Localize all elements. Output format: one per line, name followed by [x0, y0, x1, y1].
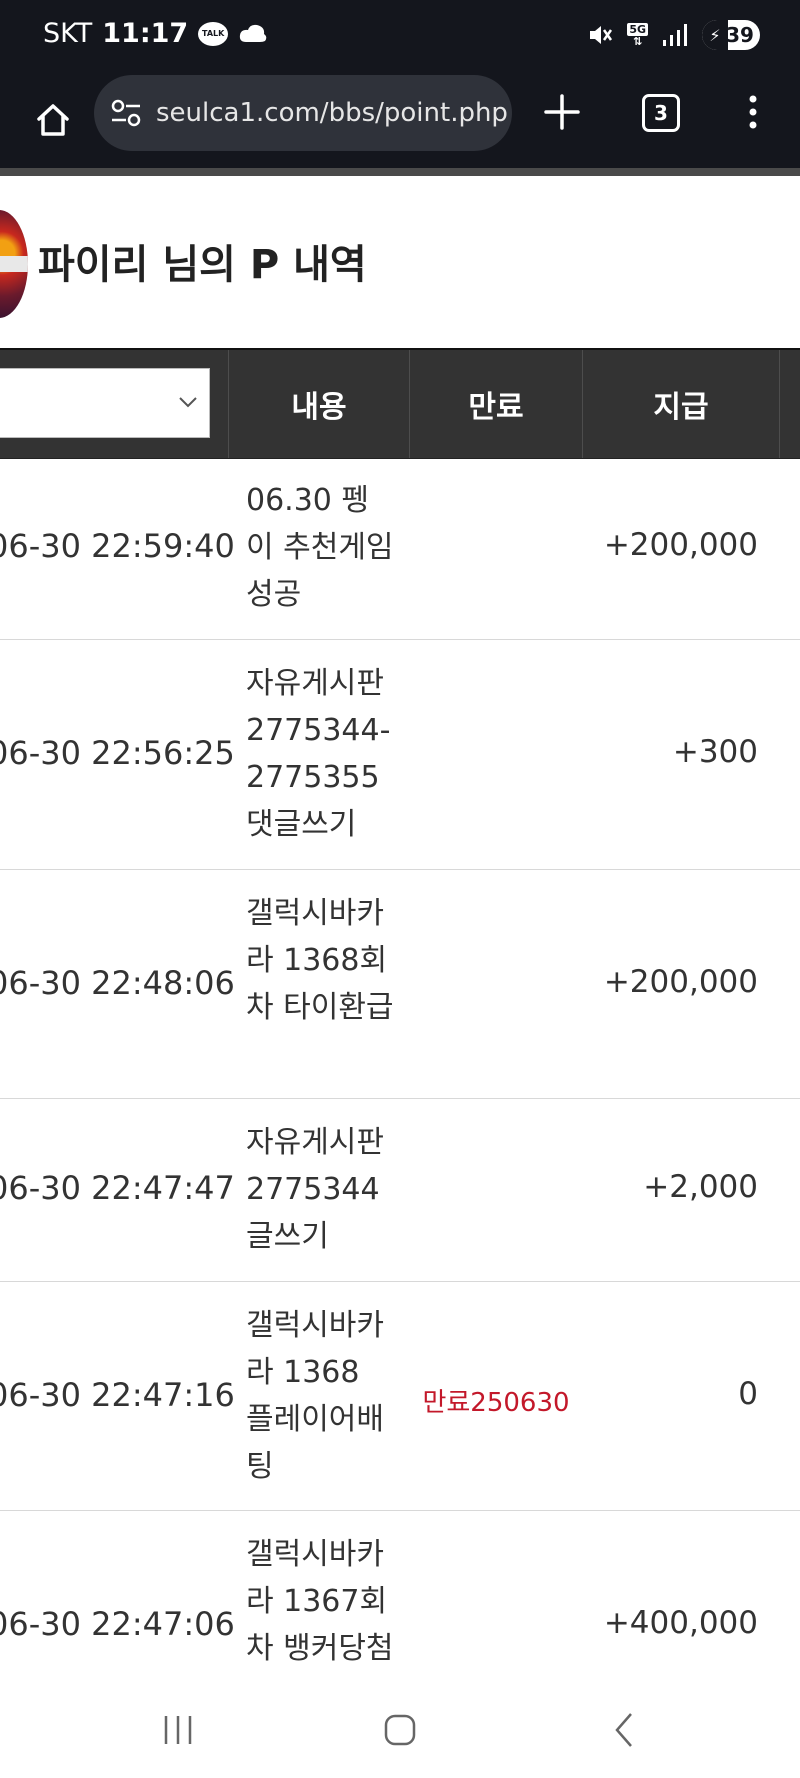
row-expire: 만료250630 — [422, 1388, 570, 1418]
row-date: 06-30 22:47:16 — [0, 1376, 235, 1414]
row-content: 자유게시판 2775344-2775355 댓글쓰기 — [246, 666, 391, 842]
header-paid: 지급 — [653, 390, 709, 425]
page-title: 파이리 님의 P 내역 — [38, 242, 367, 288]
row-date: 06-30 22:56:25 — [0, 734, 235, 772]
site-settings-icon[interactable] — [108, 95, 144, 131]
table-header: 내용 만료 지급 — [0, 348, 800, 459]
row-amount: +200,000 — [603, 964, 758, 1000]
row-content: 자유게시판 2775344 글쓰기 — [246, 1125, 384, 1254]
header-expire: 만료 — [468, 390, 524, 425]
chevron-down-icon — [179, 397, 197, 408]
row-content: 갤럭시바카라 1368 플레이어배팅 — [246, 1308, 384, 1484]
network-5g-icon: 5G ⇅ — [627, 23, 648, 47]
address-bar[interactable]: seulca1.com/bbs/point.php — [94, 75, 512, 151]
row-date: 06-30 22:47:06 — [0, 1605, 235, 1643]
home-icon — [37, 104, 69, 136]
signal-icon — [663, 24, 687, 46]
charging-icon: ⚡ — [702, 20, 728, 50]
clock: 11:17 — [102, 18, 189, 49]
header-content: 내용 — [291, 390, 347, 425]
home-nav-button[interactable] — [380, 1710, 420, 1750]
row-date: 06-30 22:48:06 — [0, 964, 235, 1002]
table-row: 06-30 22:59:40 06.30 펭이 추천게임 성공 +200,000 — [0, 457, 800, 640]
home-button[interactable] — [27, 94, 79, 146]
back-button[interactable] — [605, 1710, 645, 1750]
tab-switcher-button[interactable]: 3 — [642, 94, 680, 132]
url-text: seulca1.com/bbs/point.php — [156, 98, 508, 128]
row-content: 갤럭시바카라 1368회차 타이환급 — [246, 896, 394, 1025]
browser-toolbar: seulca1.com/bbs/point.php 3 — [0, 72, 800, 168]
filter-select[interactable] — [0, 368, 210, 438]
toolbar-divider — [0, 168, 800, 176]
status-bar: SKT 11:17 TALK 5G ⇅ ⚡ 39 — [0, 0, 800, 72]
battery-level: 39 — [726, 23, 754, 47]
cloud-icon — [240, 24, 267, 42]
table-row: 06-30 22:48:06 갤럭시바카라 1368회차 타이환급 +200,0… — [0, 870, 800, 1099]
mute-icon — [590, 26, 613, 44]
row-content: 갤럭시바카라 1367회차 뱅커당첨 — [246, 1537, 394, 1666]
kakaotalk-icon: TALK — [198, 21, 229, 46]
row-amount: +300 — [672, 734, 758, 770]
row-amount: +200,000 — [603, 527, 758, 563]
data-arrows-icon: ⇅ — [633, 35, 643, 48]
tab-count: 3 — [654, 101, 668, 125]
battery-indicator: ⚡ 39 — [702, 20, 760, 50]
new-tab-button[interactable] — [540, 90, 584, 134]
table-row: 06-30 22:56:25 자유게시판 2775344-2775355 댓글쓰… — [0, 640, 800, 870]
carrier-label: SKT — [43, 18, 93, 49]
recent-apps-button[interactable] — [158, 1710, 198, 1750]
avatar — [0, 210, 28, 318]
table-row: 06-30 22:47:47 자유게시판 2775344 글쓰기 +2,000 — [0, 1099, 800, 1282]
row-date: 06-30 22:59:40 — [0, 527, 235, 565]
table-row: 06-30 22:47:16 갤럭시바카라 1368 플레이어배팅 만료2506… — [0, 1282, 800, 1511]
row-amount: 0 — [738, 1376, 758, 1412]
row-amount: +400,000 — [603, 1605, 758, 1641]
row-content: 06.30 펭이 추천게임 성공 — [246, 483, 394, 612]
row-date: 06-30 22:47:47 — [0, 1169, 235, 1207]
more-menu-icon[interactable] — [740, 92, 766, 132]
row-amount: +2,000 — [643, 1169, 758, 1205]
column-divider — [779, 350, 780, 458]
system-nav-bar — [0, 1682, 800, 1778]
